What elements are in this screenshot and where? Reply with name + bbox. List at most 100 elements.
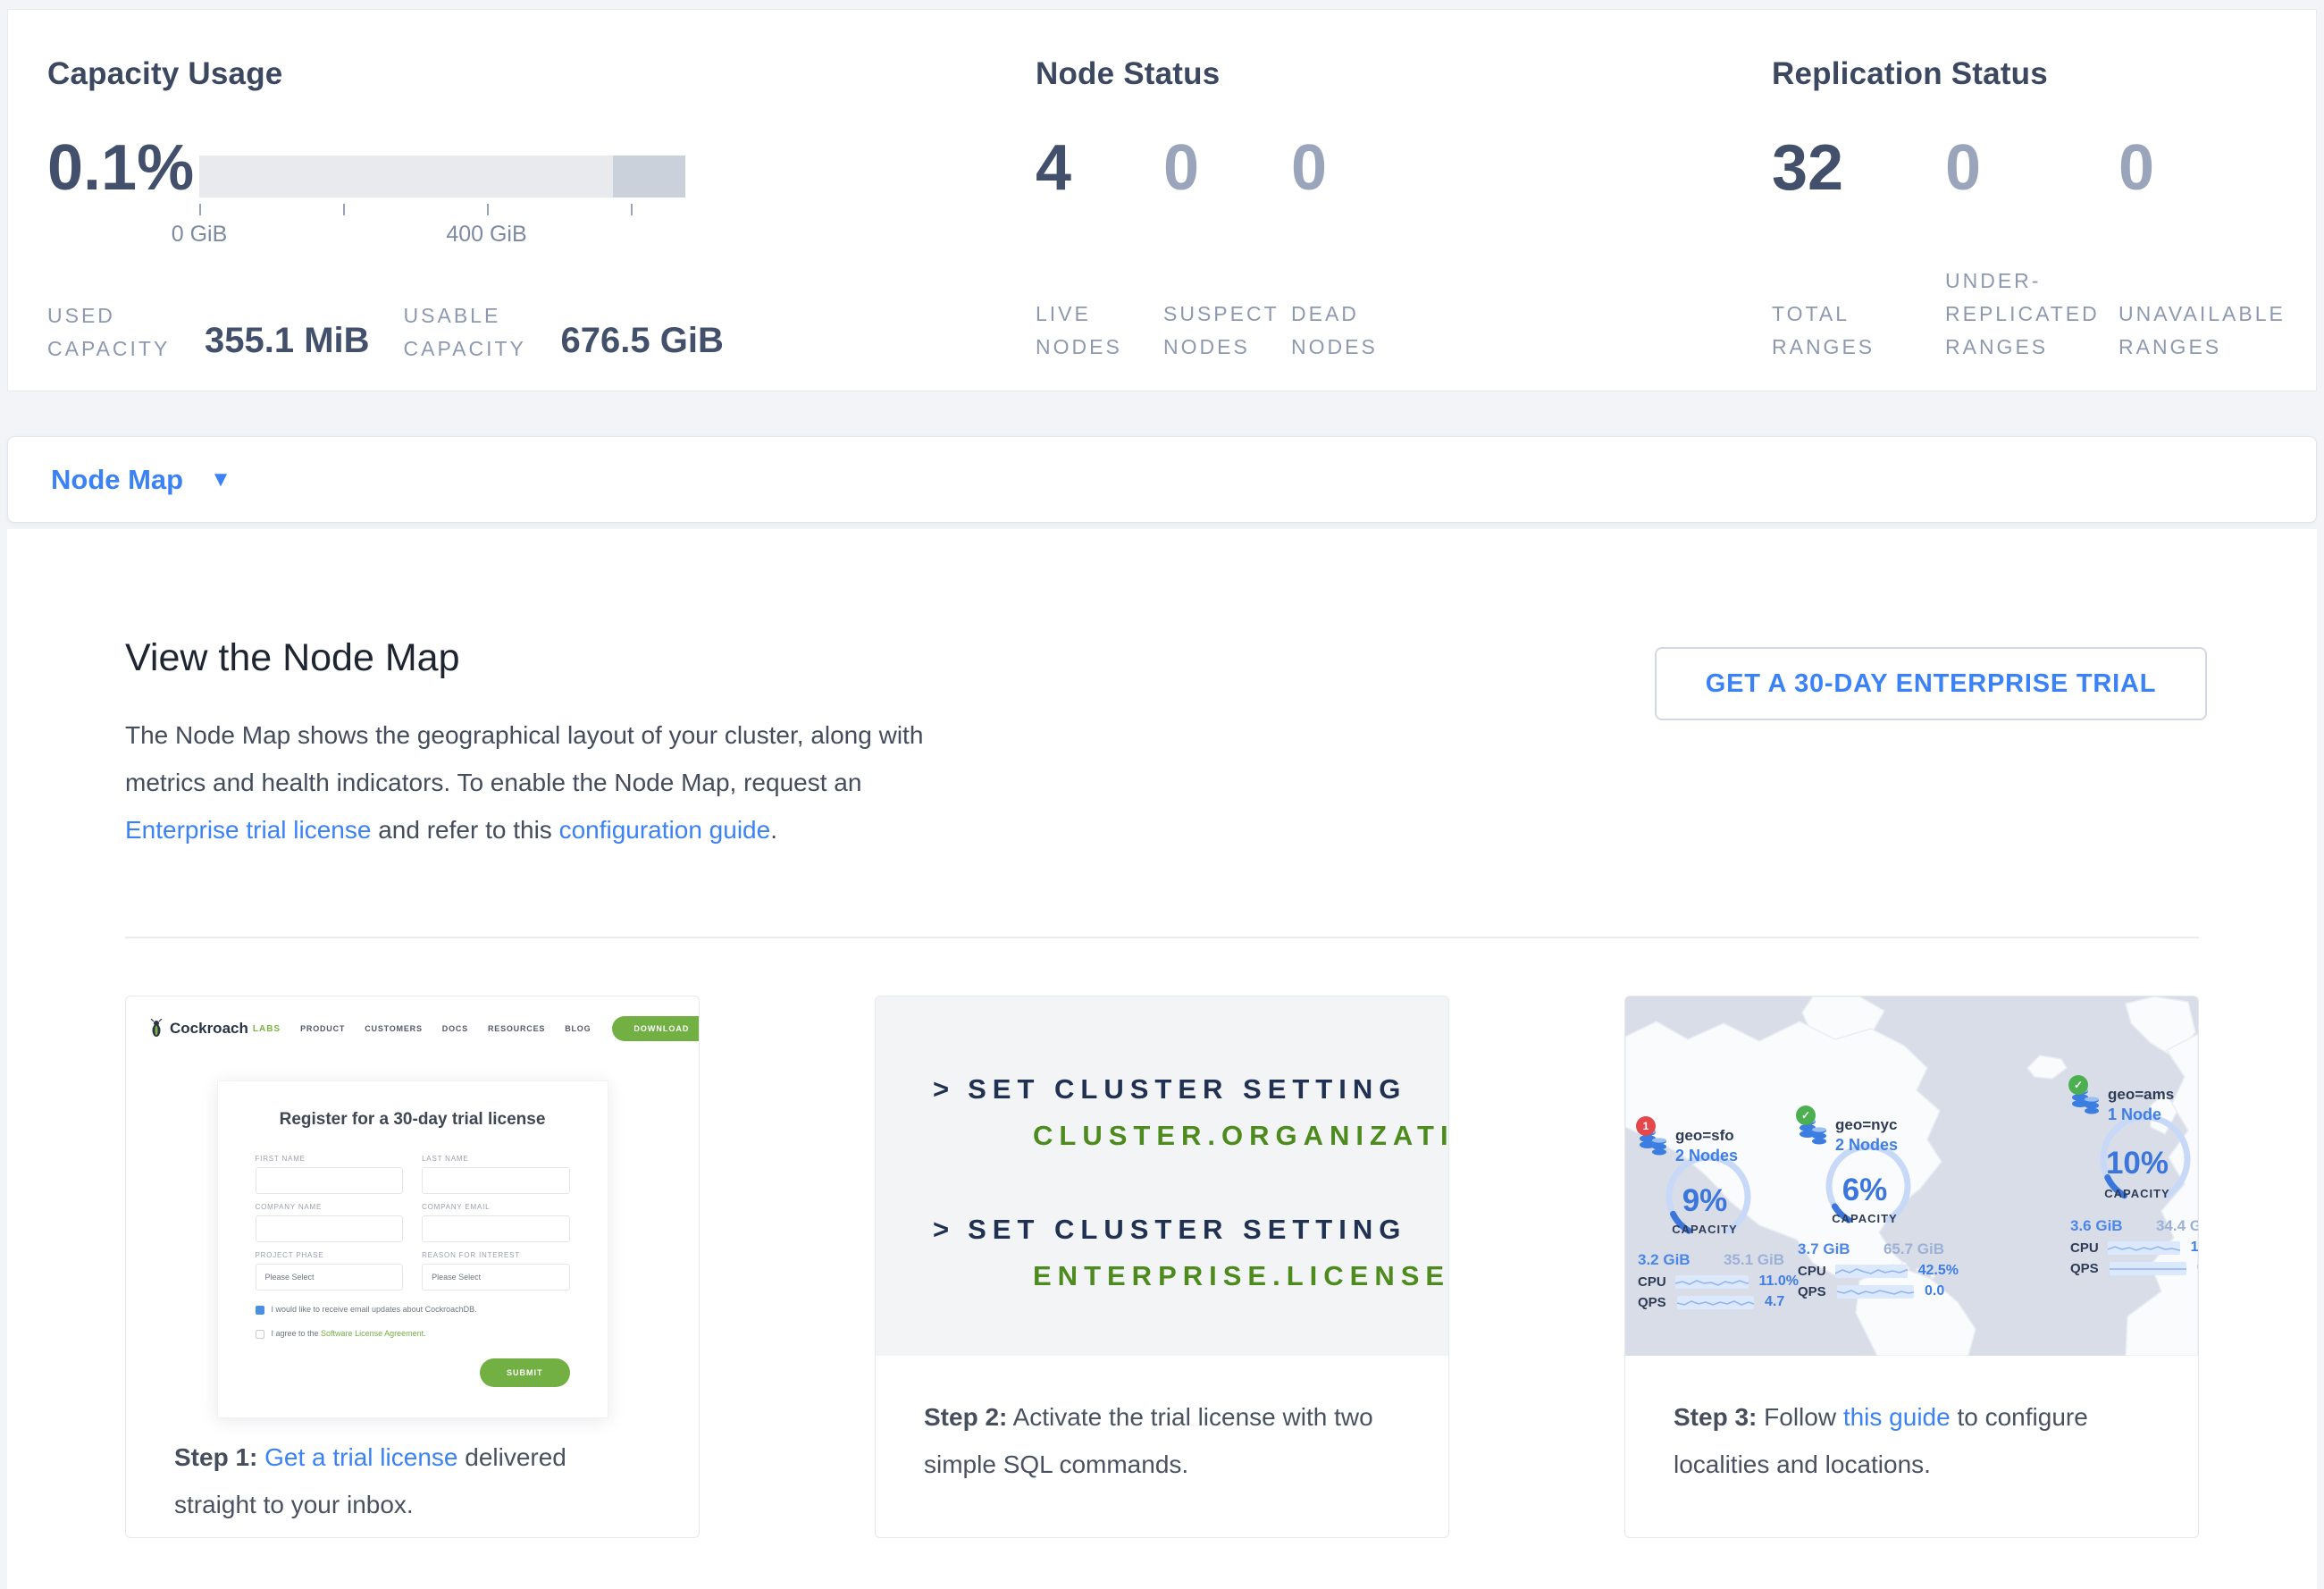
step-1-pre — [257, 1443, 264, 1471]
under-replicated-ranges-label: UNDER-REPLICATED RANGES — [1945, 265, 2118, 364]
cpu-label: CPU — [2070, 1240, 2108, 1256]
qps-value: 4.7 — [1765, 1294, 1784, 1310]
capacity-percent: 10% — [2070, 1146, 2199, 1181]
license-agreement-checkbox — [256, 1330, 264, 1339]
capacity-usage-title: Capacity Usage — [47, 56, 282, 92]
company-name-field — [256, 1215, 403, 1242]
qps-sparkline — [2110, 1262, 2186, 1275]
prompt-glyph: > — [933, 1073, 955, 1105]
sql-commands-panel: >SET CLUSTER SETTING CLUSTER.ORGANIZATIO… — [876, 996, 1448, 1356]
first-name-field — [256, 1167, 403, 1194]
description-text: . — [770, 816, 777, 844]
capacity-bar-ticks — [199, 204, 685, 216]
email-updates-checkbox — [256, 1306, 264, 1315]
tick-mark — [631, 204, 633, 215]
reason-for-interest-select: Please Select — [422, 1264, 569, 1291]
cluster-name: geo=sfo — [1675, 1127, 1738, 1145]
cluster-summary-panel: Capacity Usage 0.1% 0 GiB 400 GiB — [7, 9, 2317, 391]
qps-sparkline — [1837, 1285, 1914, 1299]
qps-label: QPS — [1638, 1295, 1677, 1310]
first-name-label: FIRST NAME — [256, 1155, 403, 1163]
company-email-label: COMPANY EMAIL — [422, 1203, 569, 1211]
unavailable-ranges-value: 0 — [2118, 133, 2292, 203]
cockroach-bug-icon — [149, 1019, 164, 1038]
cluster-geo-nyc: ✓ geo=nyc 2 Nodes 6% CAPACITY — [1798, 1116, 1959, 1299]
capacity-bar-track — [199, 156, 685, 198]
reason-for-interest-label: REASON FOR INTEREST — [422, 1251, 569, 1259]
total-ranges-label: TOTAL RANGES — [1772, 298, 1945, 364]
last-name-label: LAST NAME — [422, 1155, 569, 1163]
download-pill-button: DOWNLOAD — [612, 1016, 700, 1041]
sql-line-4: ENTERPRISE.LICENSE = — [1033, 1260, 1449, 1292]
node-map-dropdown[interactable]: Node Map ▼ — [7, 436, 2317, 523]
cluster-geo-ams: ✓ geo=ams 1 Node 10% CAPACITY — [2070, 1086, 2199, 1276]
replication-status-title: Replication Status — [1772, 56, 2048, 92]
step-2-caption: Step 2: Activate the trial license with … — [876, 1356, 1448, 1537]
sql-line-3: >SET CLUSTER SETTING — [933, 1214, 1406, 1246]
cluster-node-count: 1 Node — [2108, 1106, 2174, 1124]
nav-item-docs: DOCS — [442, 1024, 468, 1033]
minisite-nav: PRODUCT CUSTOMERS DOCS RESOURCES BLOG DO… — [281, 1016, 700, 1041]
tick-mark — [487, 204, 489, 215]
cluster-node-count: 2 Nodes — [1675, 1147, 1738, 1165]
cpu-sparkline — [2108, 1241, 2180, 1255]
step-3-prefix: Step 3: — [1674, 1403, 1757, 1431]
capacity-label: CAPACITY — [1798, 1212, 1932, 1225]
configuration-guide-link[interactable]: configuration guide — [559, 816, 771, 844]
capacity-usage-group: Capacity Usage 0.1% 0 GiB 400 GiB — [47, 56, 282, 92]
description-text: The Node Map shows the geographical layo… — [125, 721, 923, 796]
healthy-badge-icon: ✓ — [2068, 1075, 2088, 1095]
node-map-preview-image: 1 geo=sfo 2 Nodes 9% CAPACITY — [1625, 996, 2198, 1356]
cluster-name: geo=nyc — [1835, 1116, 1898, 1134]
live-nodes-value: 4 — [1036, 133, 1163, 203]
under-replicated-ranges-value: 0 — [1945, 133, 2118, 203]
tick-label-0gib: 0 GiB — [172, 222, 228, 248]
step-3-caption: Step 3: Follow this guide to configure l… — [1625, 1356, 2198, 1537]
submit-pill-button: SUBMIT — [480, 1358, 570, 1387]
last-name-field — [422, 1167, 569, 1194]
cluster-geo-sfo: 1 geo=sfo 2 Nodes 9% CAPACITY — [1638, 1127, 1799, 1310]
dead-nodes-label: DEAD NODES — [1291, 298, 1419, 364]
company-email-field — [422, 1215, 569, 1242]
nav-item-customers: CUSTOMERS — [365, 1024, 423, 1033]
capacity-percent: 6% — [1798, 1173, 1932, 1208]
this-guide-link[interactable]: this guide — [1843, 1403, 1951, 1431]
project-phase-label: PROJECT PHASE — [256, 1251, 403, 1259]
error-badge-icon: 1 — [1636, 1116, 1656, 1136]
get-enterprise-trial-button[interactable]: GET A 30-DAY ENTERPRISE TRIAL — [1655, 647, 2207, 720]
qps-label: QPS — [2070, 1261, 2110, 1276]
qps-label: QPS — [1798, 1284, 1837, 1299]
node-map-content-panel: View the Node Map The Node Map shows the… — [7, 529, 2317, 1589]
prompt-glyph: > — [933, 1214, 955, 1245]
nav-item-blog: BLOG — [565, 1024, 591, 1033]
license-agreement-label: I agree to the Software License Agreemen… — [272, 1329, 426, 1338]
step-1-prefix: Step 1: — [174, 1443, 257, 1471]
step-2-prefix: Step 2: — [924, 1403, 1007, 1431]
replication-status-group: Replication Status 32 0 0 TOTAL RANGES U… — [1772, 56, 2048, 92]
cpu-value: 11.0% — [1759, 1274, 1799, 1290]
usable-capacity-value: 676.5 GiB — [561, 321, 724, 366]
capacity-label: CAPACITY — [2070, 1187, 2199, 1200]
qps-sparkline — [1677, 1296, 1754, 1309]
cluster-node-count: 2 Nodes — [1835, 1136, 1898, 1155]
email-updates-label: I would like to receive email updates ab… — [272, 1305, 477, 1314]
suspect-nodes-label: SUSPECT NODES — [1163, 298, 1291, 364]
project-phase-select: Please Select — [256, 1264, 403, 1291]
chevron-down-icon: ▼ — [210, 467, 231, 492]
enterprise-trial-license-link[interactable]: Enterprise trial license — [125, 816, 371, 844]
trial-steps-cards: Cockroach LABS PRODUCT CUSTOMERS DOCS RE… — [125, 996, 2199, 1538]
healthy-badge-icon: ✓ — [1796, 1106, 1816, 1125]
get-trial-license-link[interactable]: Get a trial license — [264, 1443, 457, 1471]
cpu-value: 12.3% — [2191, 1240, 2199, 1256]
capacity-percent: 9% — [1638, 1183, 1772, 1219]
section-divider — [125, 937, 2199, 938]
nav-item-product: PRODUCT — [300, 1024, 345, 1033]
dead-nodes-value: 0 — [1291, 133, 1419, 203]
unavailable-ranges-label: UNAVAILABLE RANGES — [2118, 298, 2292, 364]
node-map-dropdown-label[interactable]: Node Map — [51, 464, 183, 496]
step-3-card: 1 geo=sfo 2 Nodes 9% CAPACITY — [1624, 996, 2199, 1538]
form-title: Register for a 30-day trial license — [256, 1110, 570, 1130]
brand-suffix: LABS — [253, 1024, 281, 1034]
cluster-name: geo=ams — [2108, 1086, 2174, 1104]
sql-line-1: >SET CLUSTER SETTING — [933, 1073, 1406, 1106]
